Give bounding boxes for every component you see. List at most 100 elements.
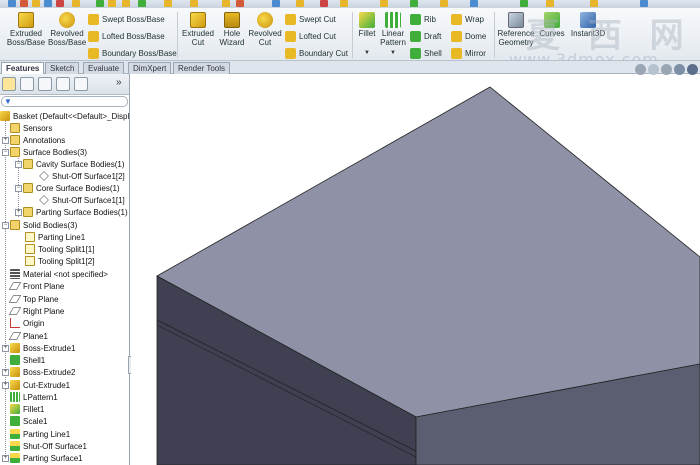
graphics-area[interactable] [131,74,700,465]
boundary-boss-button[interactable]: Boundary Boss/Base [88,46,177,60]
tree-root[interactable]: Basket (Default<<Default>_Displ [0,110,129,122]
section-view-icon[interactable] [674,64,685,75]
revolved-cut-button[interactable]: Revolved Cut [248,12,282,47]
material-icon [10,269,20,279]
tree-item-tooling-split1-1[interactable]: Tooling Split1[1] [25,243,94,255]
tree-item-shell1[interactable]: Shell1 [10,354,45,366]
collapse-icon[interactable]: − [15,160,22,168]
draft-icon [410,30,421,42]
swept-cut-button[interactable]: Swept Cut [285,12,336,26]
expand-icon[interactable]: + [2,136,9,144]
tree-item-boss-extrude2[interactable]: + Boss-Extrude2 [2,366,75,378]
display-manager-tab-icon[interactable] [74,77,88,91]
dimxpert-manager-tab-icon[interactable] [56,77,70,91]
part-icon [0,111,10,121]
fillet-icon [359,12,375,28]
view-orientation-icon[interactable] [687,64,698,75]
expand-chevron-icon[interactable]: » [116,77,122,88]
mirror-button[interactable]: Mirror [451,46,486,60]
cut-extrude-icon [10,380,20,390]
tree-item-plane1[interactable]: Plane1 [8,330,48,342]
tree-item-origin[interactable]: Origin [10,317,44,329]
feature-manager-tab-icon[interactable] [2,77,16,91]
surface-icon [39,195,49,205]
folder-icon [23,183,33,193]
tree-item-shutoff-surface1-1[interactable]: Shut-Off Surface1[1] [39,194,125,206]
zoom-to-fit-icon[interactable] [635,64,646,75]
tree-item-fillet1[interactable]: Fillet1 [10,403,44,415]
filter-icon: ▼ [4,97,12,106]
model-viewport[interactable] [131,74,700,465]
draft-button[interactable]: Draft [410,29,441,43]
tree-item-parting-surface1[interactable]: + Parting Surface1 [2,452,83,464]
lofted-cut-icon [285,30,296,42]
wrap-button[interactable]: Wrap [451,12,484,26]
sensors-icon [10,123,20,133]
tree-item-annotations[interactable]: + Annotations [2,134,65,146]
collapse-icon[interactable]: − [15,184,22,192]
tree-item-lpattern1[interactable]: LPattern1 [10,391,58,403]
boundary-cut-button[interactable]: Boundary Cut [285,46,348,60]
tree-item-shutoff-surface1[interactable]: Shut-Off Surface1 [10,440,87,452]
collapse-icon[interactable]: − [2,221,9,229]
fillet-button[interactable]: Fillet [356,12,378,38]
tree-item-tooling-split1-2[interactable]: Tooling Split1[2] [25,255,94,267]
lofted-boss-button[interactable]: Lofted Boss/Base [88,29,165,43]
configuration-manager-tab-icon[interactable] [38,77,52,91]
fillet-dropdown-icon[interactable]: ▼ [364,50,370,56]
linear-pattern-button[interactable]: Linear Pattern [378,12,408,47]
boundary-boss-icon [88,47,99,59]
revolved-boss-button[interactable]: Revolved Boss/Base [48,12,86,47]
expand-icon[interactable]: + [2,381,9,389]
expand-icon[interactable]: + [2,454,9,462]
tab-render-tools[interactable]: Render Tools [173,62,230,74]
tree-item-parting-surface-bodies[interactable]: + Parting Surface Bodies(1) [15,206,128,218]
tree-item-scale1[interactable]: Scale1 [10,415,47,427]
tree-item-cut-extrude1[interactable]: + Cut-Extrude1 [2,379,70,391]
tree-item-core-surface-bodies[interactable]: − Core Surface Bodies(1) [15,182,120,194]
tree-item-sensors[interactable]: Sensors [10,122,52,134]
property-manager-tab-icon[interactable] [20,77,34,91]
swept-boss-button[interactable]: Swept Boss/Base [88,12,165,26]
collapse-icon[interactable]: − [2,148,9,156]
extruded-cut-button[interactable]: Extruded Cut [180,12,216,47]
shell-button[interactable]: Shell [410,46,442,60]
tree-item-parting-line1-body[interactable]: Parting Line1 [25,231,85,243]
expand-icon[interactable]: + [2,344,9,352]
tree-filter-input[interactable]: ▼ [1,96,128,107]
tree-item-right-plane[interactable]: Right Plane [8,305,64,317]
parting-surface-icon [10,453,20,463]
expand-icon[interactable]: + [15,208,22,216]
pattern-dropdown-icon[interactable]: ▼ [390,50,396,56]
command-tabs: Features Sketch Evaluate DimXpert Render… [0,61,700,75]
plane-icon [8,282,22,290]
tree-item-surface-bodies[interactable]: − Surface Bodies(3) [2,146,87,158]
surface-icon [39,171,49,181]
tab-evaluate[interactable]: Evaluate [83,62,125,74]
extruded-boss-button[interactable]: Extruded Boss/Base [6,12,46,47]
parting-line-icon [10,429,20,439]
tab-dimxpert[interactable]: DimXpert [128,62,172,74]
tree-item-boss-extrude1[interactable]: + Boss-Extrude1 [2,342,75,354]
tree-item-top-plane[interactable]: Top Plane [8,293,59,305]
extruded-boss-icon [18,12,34,28]
solid-body-icon [25,244,35,254]
scale-icon [10,416,20,426]
tree-item-solid-bodies[interactable]: − Solid Bodies(3) [2,219,77,231]
tree-item-parting-line1[interactable]: Parting Line1 [10,428,70,440]
fillet-icon [10,404,20,414]
dome-button[interactable]: Dome [451,29,486,43]
previous-view-icon[interactable] [661,64,672,75]
tree-item-shutoff-surface1-2[interactable]: Shut-Off Surface1[2] [39,170,125,182]
reference-geometry-icon [508,12,524,28]
tree-item-front-plane[interactable]: Front Plane [8,280,64,292]
tree-item-cavity-surface-bodies[interactable]: − Cavity Surface Bodies(1) [15,158,124,170]
panel-toolbar: » [0,74,129,95]
zoom-area-icon[interactable] [648,64,659,75]
expand-icon[interactable]: + [2,368,9,376]
hole-wizard-button[interactable]: Hole Wizard [216,12,248,47]
tab-sketch[interactable]: Sketch [45,62,80,74]
tree-item-material[interactable]: Material <not specified> [10,268,108,280]
rib-button[interactable]: Rib [410,12,436,26]
lofted-cut-button[interactable]: Lofted Cut [285,29,336,43]
